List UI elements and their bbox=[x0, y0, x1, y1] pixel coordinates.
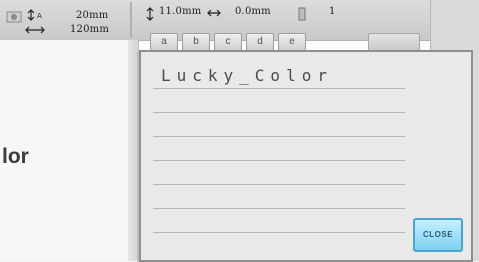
line-height-icon bbox=[146, 7, 154, 21]
key-e[interactable]: e bbox=[278, 33, 306, 51]
text-settings-readout: 11.0mm 0.0mm 1 bbox=[145, 6, 375, 26]
key-wide[interactable] bbox=[368, 33, 420, 51]
svg-text:A: A bbox=[37, 12, 42, 20]
count-value: 1 bbox=[329, 6, 336, 17]
line-rule bbox=[153, 136, 405, 137]
pattern-size-icon: A bbox=[6, 9, 45, 34]
key-c[interactable]: c bbox=[214, 33, 242, 51]
size-readout: A 20mm 120mm bbox=[6, 6, 128, 38]
line-rule bbox=[153, 184, 405, 185]
height-value: 20mm bbox=[76, 10, 109, 21]
embroidery-screen: A 20mm 120mm 11.0mm 0.0mm 1 lor a b c d … bbox=[0, 0, 479, 262]
thread-icon bbox=[298, 7, 306, 21]
width-value: 120mm bbox=[70, 24, 110, 35]
line-rule bbox=[153, 112, 405, 113]
line-rule bbox=[153, 160, 405, 161]
line-rule bbox=[153, 208, 405, 209]
line-rule bbox=[153, 232, 405, 233]
line-height-value: 11.0mm bbox=[159, 6, 202, 17]
status-divider bbox=[130, 2, 132, 38]
key-a[interactable]: a bbox=[150, 33, 178, 51]
close-button[interactable]: CLOSE bbox=[413, 218, 463, 252]
partial-label: lor bbox=[2, 145, 29, 168]
left-rail bbox=[128, 40, 139, 261]
text-lines-area: Lucky_Color bbox=[153, 58, 405, 238]
key-d[interactable]: d bbox=[246, 33, 274, 51]
left-panel: lor bbox=[0, 40, 128, 261]
spacing-icon bbox=[207, 9, 221, 17]
text-preview-popup: Lucky_Color CLOSE bbox=[139, 50, 473, 262]
spacing-value: 0.0mm bbox=[235, 6, 271, 17]
key-b[interactable]: b bbox=[182, 33, 210, 51]
entered-text: Lucky_Color bbox=[161, 66, 333, 85]
line-rule bbox=[153, 88, 405, 89]
